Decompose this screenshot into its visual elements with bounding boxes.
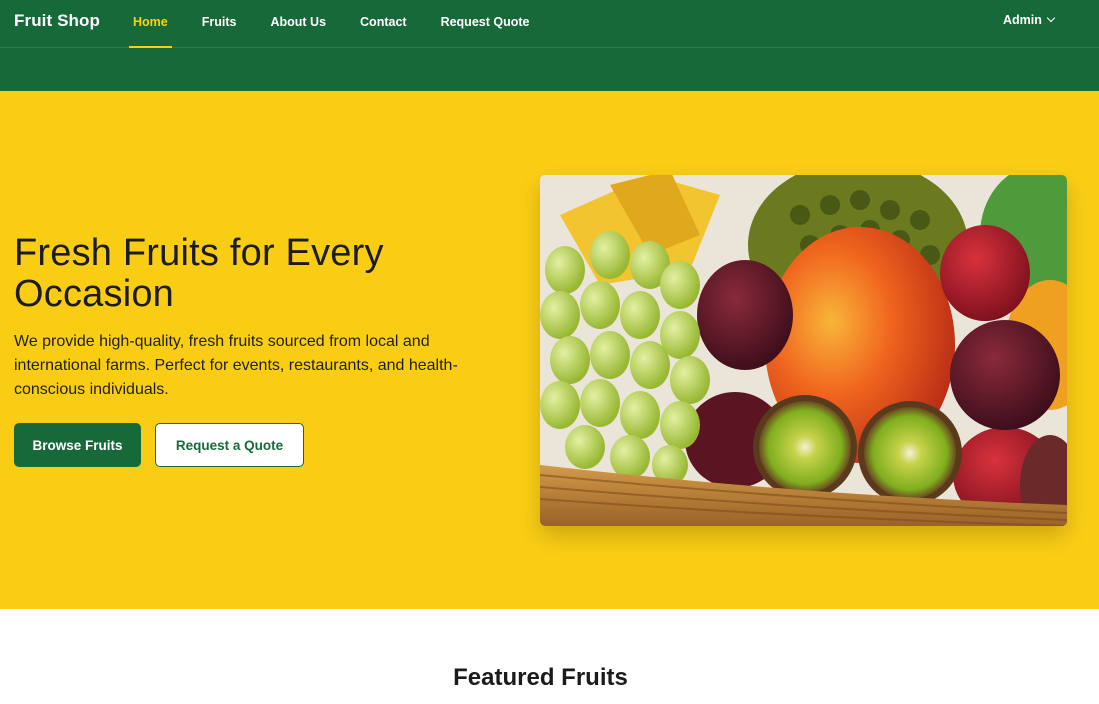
nav-link-fruits[interactable]: Fruits xyxy=(185,0,254,48)
request-quote-button[interactable]: Request a Quote xyxy=(155,423,304,467)
main-nav: Home Fruits About Us Contact Request Quo… xyxy=(116,0,546,48)
nav-link-contact[interactable]: Contact xyxy=(343,0,424,48)
browse-fruits-button[interactable]: Browse Fruits xyxy=(14,423,141,467)
featured-fruits-heading: Featured Fruits xyxy=(453,664,628,691)
hero-title: Fresh Fruits for Every Occasion xyxy=(14,232,384,315)
hero-description: We provide high-quality, fresh fruits so… xyxy=(14,333,458,398)
nav-link-request-quote[interactable]: Request Quote xyxy=(424,0,547,48)
nav-link-home[interactable]: Home xyxy=(116,0,185,48)
hero-fruit-basket-image xyxy=(540,175,1067,526)
admin-dropdown[interactable]: Admin xyxy=(1003,13,1056,27)
hero-section: Fresh Fruits for Every Occasion We provi… xyxy=(0,91,1099,609)
navbar: Fruit Shop Home Fruits About Us Contact … xyxy=(0,0,1099,91)
admin-label: Admin xyxy=(1003,13,1042,27)
brand-logo[interactable]: Fruit Shop xyxy=(14,11,100,31)
nav-link-about-us[interactable]: About Us xyxy=(253,0,343,48)
navbar-top-row: Fruit Shop Home Fruits About Us Contact … xyxy=(0,0,1099,48)
chevron-down-icon xyxy=(1046,13,1056,23)
